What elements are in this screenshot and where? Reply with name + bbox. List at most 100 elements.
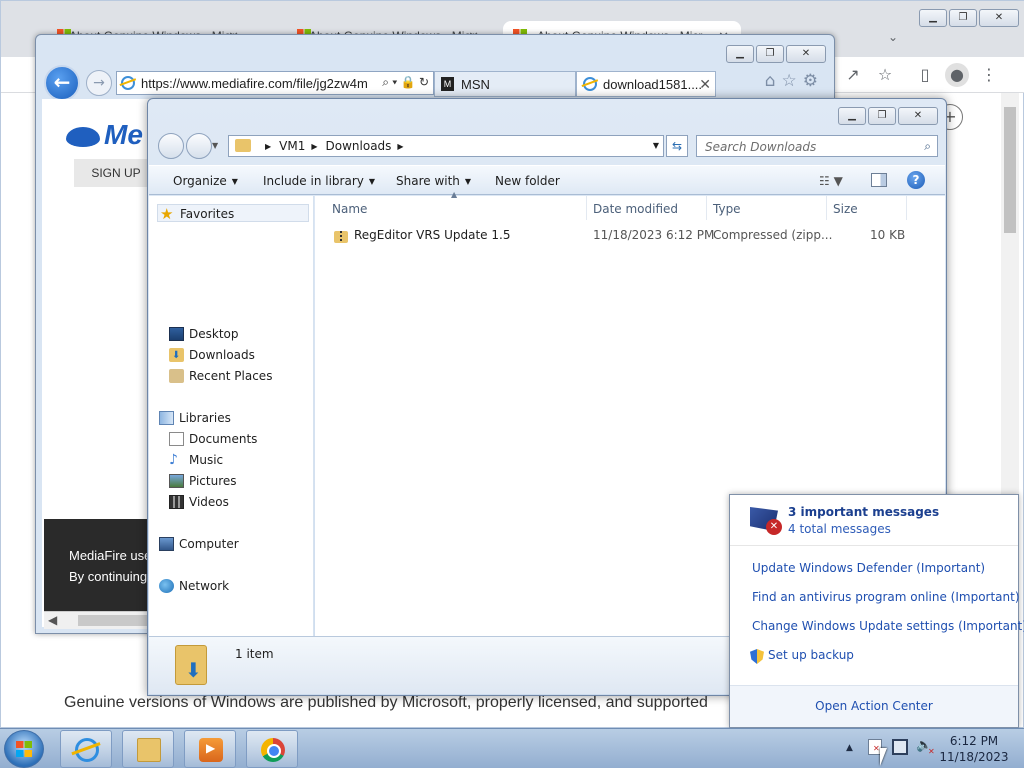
nav-recent-places[interactable]: Recent Places (167, 367, 272, 385)
network-tray-icon[interactable] (892, 739, 908, 755)
update-defender-link[interactable]: Update Windows Defender (Important) (752, 561, 985, 575)
taskbar-media-player[interactable] (184, 730, 236, 768)
chrome-menu-icon[interactable]: ⋮ (977, 63, 1001, 87)
downloads-folder-icon (175, 645, 207, 685)
change-view-icon[interactable]: ☷ ▼ (819, 174, 843, 188)
breadcrumb-item[interactable]: VM1 (279, 139, 305, 153)
forward-button[interactable] (186, 133, 212, 159)
minimize-button[interactable]: ▁ (726, 45, 754, 63)
find-antivirus-link[interactable]: Find an antivirus program online (Import… (752, 590, 1020, 604)
nav-videos[interactable]: Videos (167, 493, 229, 511)
address-dropdown-icon[interactable]: ▼ (653, 141, 659, 150)
taskbar-internet-explorer[interactable] (60, 730, 112, 768)
muted-x-icon: ✕ (928, 747, 935, 756)
back-button[interactable] (158, 133, 184, 159)
breadcrumb-item[interactable]: Downloads (326, 139, 392, 153)
mediafire-logo[interactable]: Me (66, 119, 143, 151)
minimize-button[interactable]: ▁ (838, 107, 866, 125)
help-icon[interactable]: ? (907, 171, 925, 189)
column-header-type[interactable]: Type (707, 196, 827, 220)
preview-pane-icon[interactable] (871, 173, 887, 187)
tools-gear-icon[interactable]: ⚙ (803, 71, 824, 91)
share-with-button[interactable]: Share with ▼ (396, 174, 471, 188)
file-date: 11/18/2023 6:12 PM (593, 228, 715, 242)
nav-music[interactable]: ♪ Music (167, 451, 223, 469)
include-in-library-button[interactable]: Include in library ▼ (263, 174, 375, 188)
favorites-star-icon[interactable]: ☆ (782, 71, 803, 91)
close-button[interactable]: ✕ (898, 107, 938, 125)
refresh-button[interactable]: ⇆ (666, 135, 688, 157)
nav-computer[interactable]: Computer (157, 535, 239, 553)
chevron-right-icon[interactable]: ▶ (311, 142, 317, 151)
nav-pictures[interactable]: Pictures (167, 472, 237, 490)
back-button[interactable]: ← (44, 65, 80, 101)
chrome-caption-buttons: ▁ ❐ ✕ (919, 9, 1019, 27)
nav-desktop[interactable]: Desktop (167, 325, 239, 343)
ie-tab-title: download1581.... (603, 77, 703, 92)
ie-tab-download[interactable]: download1581.... ✕ (576, 71, 716, 97)
nav-libraries[interactable]: Libraries (157, 409, 231, 427)
nav-documents[interactable]: Documents (167, 430, 257, 448)
nav-label: Desktop (189, 327, 239, 341)
breadcrumb-bar[interactable]: ▶ VM1 ▶ Downloads ▶ ▼ (228, 135, 664, 157)
chevron-right-icon[interactable]: ▶ (397, 142, 403, 151)
taskbar-windows-explorer[interactable] (122, 730, 174, 768)
start-button[interactable] (4, 730, 44, 768)
libraries-icon (159, 411, 174, 425)
downloads-folder-icon (169, 347, 184, 365)
ie-tab-msn[interactable]: M MSN (434, 71, 576, 97)
music-note-icon: ♪ (169, 452, 178, 468)
open-action-center-link[interactable]: Open Action Center (730, 685, 1018, 727)
scroll-left-arrow-icon[interactable]: ◀ (48, 613, 57, 627)
action-center-title[interactable]: 3 important messages (788, 505, 939, 519)
sign-up-button[interactable]: SIGN UP (74, 159, 158, 187)
column-label: Type (713, 202, 741, 216)
explorer-caption-buttons: ▁ ❐ ✕ (838, 107, 938, 125)
column-label: Size (833, 202, 858, 216)
side-panel-icon[interactable]: ▯ (913, 63, 937, 87)
nav-network[interactable]: Network (157, 577, 229, 595)
profile-avatar[interactable]: ● (945, 63, 969, 87)
new-folder-button[interactable]: New folder (495, 174, 560, 188)
column-header-name[interactable]: ▲ Name (315, 190, 587, 220)
address-bar[interactable]: https://www.mediafire.com/file/jg2zw4m ⌕… (116, 71, 434, 95)
organize-button[interactable]: Organize ▼ (173, 174, 238, 188)
set-up-backup-link[interactable]: Set up backup (768, 648, 854, 662)
column-header-size[interactable]: Size (827, 196, 907, 220)
close-button[interactable]: ✕ (786, 45, 826, 63)
nav-label: Videos (189, 495, 229, 509)
bookmark-star-icon[interactable]: ☆ (873, 63, 897, 87)
search-input[interactable]: Search Downloads ⌕ (696, 135, 938, 157)
column-header-date[interactable]: Date modified (587, 196, 707, 220)
column-label: Name (332, 202, 368, 216)
ie-page-icon (121, 76, 135, 90)
search-icon[interactable]: ⌕ (924, 139, 931, 154)
close-button[interactable]: ✕ (979, 9, 1019, 27)
nav-favorites[interactable]: ★ Favorites (157, 204, 309, 222)
change-update-settings-link[interactable]: Change Windows Update settings (Importan… (752, 619, 1024, 633)
file-name[interactable]: RegEditor VRS Update 1.5 (354, 228, 510, 242)
recent-pages-dropdown-icon[interactable]: ▼ (212, 141, 218, 150)
home-icon[interactable]: ⌂ (765, 71, 782, 91)
nav-downloads[interactable]: Downloads (167, 346, 255, 365)
tab-search-chevron-icon[interactable]: ⌄ (881, 25, 905, 49)
taskbar-chrome[interactable] (246, 730, 298, 768)
minimize-button[interactable]: ▁ (919, 9, 947, 27)
forward-button[interactable]: → (86, 70, 112, 96)
scrollbar-thumb[interactable] (1004, 107, 1016, 233)
chevron-right-icon[interactable]: ▶ (265, 142, 271, 151)
nav-label: Documents (189, 432, 258, 446)
show-hidden-icons-arrow[interactable]: ▲ (846, 743, 853, 753)
address-bar-icons[interactable]: ⌕ ▾ 🔒 ↻ (380, 75, 429, 90)
action-center-subtitle[interactable]: 4 total messages (788, 522, 891, 536)
mouse-cursor-icon (880, 748, 887, 766)
system-clock[interactable]: 6:12 PM 11/18/2023 (936, 733, 1012, 765)
mediafire-logo-text: Me (104, 119, 143, 150)
column-label: Date modified (593, 202, 679, 216)
maximize-button[interactable]: ❐ (756, 45, 784, 63)
maximize-button[interactable]: ❐ (949, 9, 977, 27)
share-icon[interactable]: ↗ (841, 63, 865, 87)
maximize-button[interactable]: ❐ (868, 107, 896, 125)
clock-time: 6:12 PM (949, 734, 999, 748)
close-tab-icon[interactable]: ✕ (699, 76, 711, 93)
